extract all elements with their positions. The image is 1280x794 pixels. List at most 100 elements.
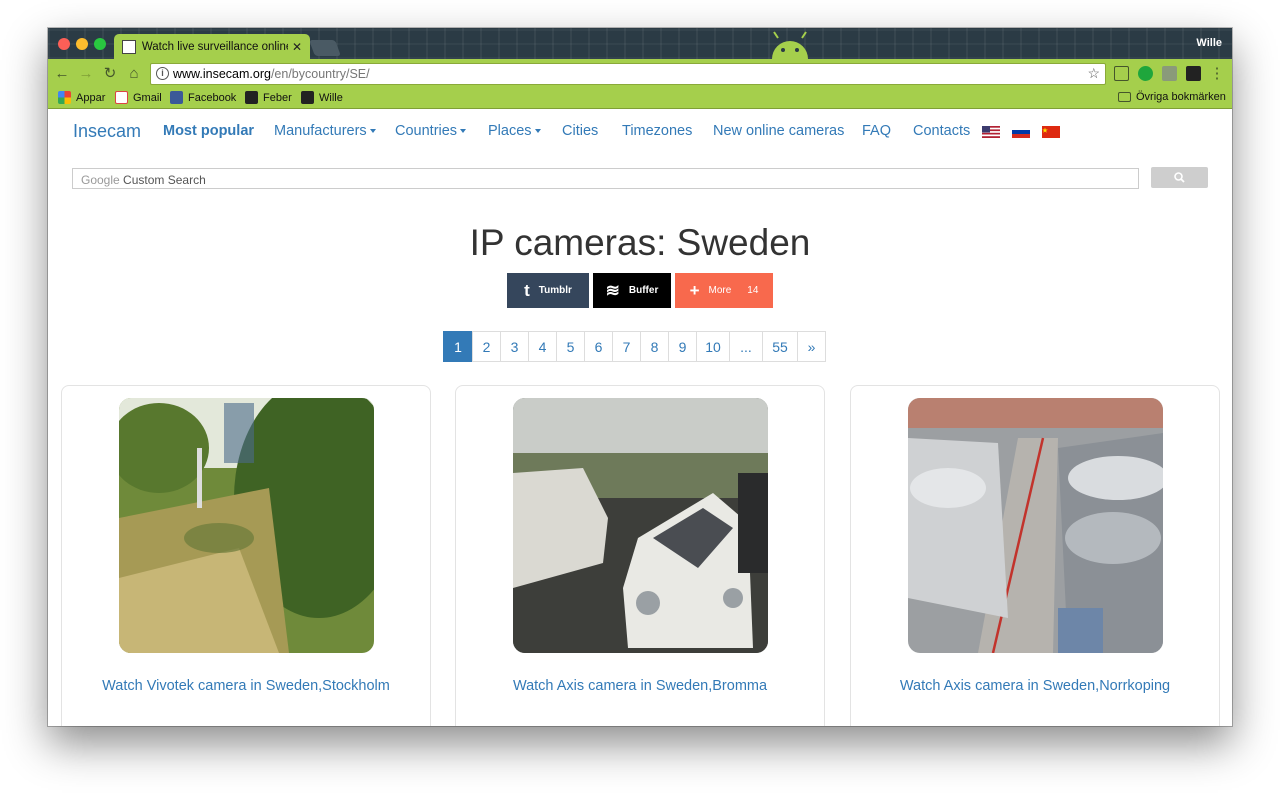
- cast-icon[interactable]: [1114, 66, 1129, 81]
- bookmark-label: Gmail: [133, 91, 162, 104]
- nav-faq[interactable]: FAQ: [862, 123, 891, 139]
- bookmark-label: Appar: [76, 91, 106, 104]
- tab-favicon-icon: [122, 39, 136, 54]
- camera-link[interactable]: Watch Axis camera in Sweden,Bromma: [456, 678, 824, 694]
- page-button[interactable]: 2: [472, 331, 501, 362]
- folder-icon: [1118, 92, 1131, 102]
- home-icon[interactable]: ⌂: [125, 65, 143, 83]
- china-flag-icon[interactable]: [1042, 126, 1060, 138]
- nav-new-online-cameras[interactable]: New online cameras: [713, 123, 844, 139]
- bookmark-wille[interactable]: Wille: [301, 91, 343, 104]
- plus-icon: +: [689, 280, 700, 300]
- next-page-button[interactable]: »: [797, 331, 826, 362]
- other-bookmarks-label: Övriga bokmärken: [1136, 91, 1226, 103]
- nav-places[interactable]: Places: [488, 123, 541, 139]
- maximize-window-button[interactable]: [94, 38, 106, 50]
- apps-grid-icon: [58, 91, 71, 104]
- nav-cities[interactable]: Cities: [562, 123, 598, 139]
- buffer-label: Buffer: [628, 285, 659, 296]
- page-button[interactable]: 10: [696, 331, 730, 362]
- bookmark-label: Feber: [263, 91, 292, 104]
- feber-icon: [245, 91, 258, 104]
- bookmark-star-icon[interactable]: ☆: [1087, 65, 1100, 82]
- page-button[interactable]: 8: [640, 331, 669, 362]
- bookmark-label: Wille: [319, 91, 343, 104]
- browser-tab[interactable]: Watch live surveillance online ✕: [114, 34, 310, 59]
- search-button[interactable]: [1151, 167, 1208, 188]
- page-button[interactable]: 55: [762, 331, 798, 362]
- site-info-icon[interactable]: i: [156, 67, 169, 80]
- title-bar: Watch live surveillance online ✕ Wille: [48, 28, 1232, 59]
- buffer-extension-icon[interactable]: [1186, 66, 1201, 81]
- search-icon: [1174, 172, 1185, 183]
- close-window-button[interactable]: [58, 38, 70, 50]
- profile-name[interactable]: Wille: [1196, 37, 1222, 49]
- camera-card[interactable]: Watch Axis camera in Sweden,Bromma: [455, 385, 825, 726]
- screenshot: Watch live surveillance online ✕ Wille ←…: [0, 0, 1280, 794]
- address-bar[interactable]: i www.insecam.org/en/bycountry/SE/ ☆: [150, 63, 1106, 85]
- us-flag-icon[interactable]: [982, 126, 1000, 138]
- tumblr-share-button[interactable]: t Tumblr: [507, 273, 589, 308]
- caret-down-icon: [369, 129, 376, 134]
- bookmark-gmail[interactable]: Gmail: [115, 91, 162, 104]
- camera-link[interactable]: Watch Vivotek camera in Sweden,Stockholm: [62, 678, 430, 694]
- camera-card[interactable]: Watch Axis camera in Sweden,Norrkoping: [850, 385, 1220, 726]
- russia-flag-icon[interactable]: [1012, 126, 1030, 138]
- page-button[interactable]: 1: [443, 331, 473, 362]
- more-label: More: [708, 285, 732, 296]
- site-nav: Insecam Most popular Manufacturers Count…: [48, 110, 1232, 156]
- camera-card[interactable]: Watch Vivotek camera in Sweden,Stockholm: [61, 385, 431, 726]
- reload-icon[interactable]: ↻: [101, 65, 119, 83]
- buffer-share-button[interactable]: ≋ Buffer: [593, 273, 671, 308]
- nav-manufacturers[interactable]: Manufacturers: [274, 123, 376, 139]
- gmail-icon: [115, 91, 128, 104]
- new-tab-button[interactable]: [309, 40, 341, 56]
- nav-contacts[interactable]: Contacts: [913, 123, 970, 139]
- forward-icon[interactable]: →: [77, 65, 95, 83]
- page-button[interactable]: 3: [500, 331, 529, 362]
- custom-search-label: Custom Search: [123, 173, 206, 187]
- tab-title: Watch live surveillance online: [141, 40, 288, 53]
- camera-thumbnail[interactable]: [908, 398, 1163, 653]
- search-input[interactable]: Google Custom Search: [72, 168, 1139, 189]
- mail-icon[interactable]: [1162, 66, 1177, 81]
- browser-toolbar: ← → ↻ ⌂ i www.insecam.org/en/bycountry/S…: [48, 59, 1232, 89]
- url-domain: www.insecam.org: [173, 67, 271, 81]
- nav-label: Countries: [395, 123, 458, 139]
- brand-link[interactable]: Insecam: [73, 121, 141, 142]
- pagination: 1 2 3 4 5 6 7 8 9 10... 55»: [443, 331, 826, 362]
- browser-window: Watch live surveillance online ✕ Wille ←…: [48, 28, 1232, 726]
- minimize-window-button[interactable]: [76, 38, 88, 50]
- bookmark-feber[interactable]: Feber: [245, 91, 292, 104]
- wille-icon: [301, 91, 314, 104]
- nav-timezones[interactable]: Timezones: [622, 123, 692, 139]
- more-share-button[interactable]: + More 14: [675, 273, 773, 308]
- bookmarks-bar: Appar Gmail Facebook Feber Wille Övriga …: [48, 89, 1232, 109]
- nav-countries[interactable]: Countries: [395, 123, 467, 139]
- nav-label: Places: [488, 123, 532, 139]
- nav-most-popular[interactable]: Most popular: [163, 123, 254, 139]
- page-title: IP cameras: Sweden: [469, 222, 811, 263]
- menu-icon[interactable]: ⋮: [1208, 65, 1226, 83]
- camera-link[interactable]: Watch Axis camera in Sweden,Norrkoping: [851, 678, 1219, 694]
- android-theme-icon: [772, 31, 808, 59]
- back-icon[interactable]: ←: [53, 65, 71, 83]
- camera-thumbnail[interactable]: [119, 398, 374, 653]
- extension-green-icon[interactable]: [1138, 66, 1153, 81]
- other-bookmarks[interactable]: Övriga bokmärken: [1118, 91, 1226, 103]
- tumblr-label: Tumblr: [538, 285, 572, 296]
- bookmark-facebook[interactable]: Facebook: [170, 91, 236, 104]
- page-button[interactable]: 7: [612, 331, 641, 362]
- buffer-icon: ≋: [605, 280, 620, 300]
- share-count: 14: [747, 285, 759, 296]
- tab-close-icon[interactable]: ✕: [292, 40, 302, 54]
- page-button[interactable]: 6: [584, 331, 613, 362]
- page-button[interactable]: 5: [556, 331, 585, 362]
- url-text[interactable]: www.insecam.org/en/bycountry/SE/: [173, 67, 370, 81]
- page-button[interactable]: 9: [668, 331, 697, 362]
- camera-thumbnail[interactable]: [513, 398, 768, 653]
- nav-label: Manufacturers: [274, 123, 367, 139]
- bookmark-apps[interactable]: Appar: [58, 91, 105, 104]
- page-button[interactable]: 4: [528, 331, 557, 362]
- page-button[interactable]: ...: [729, 331, 763, 362]
